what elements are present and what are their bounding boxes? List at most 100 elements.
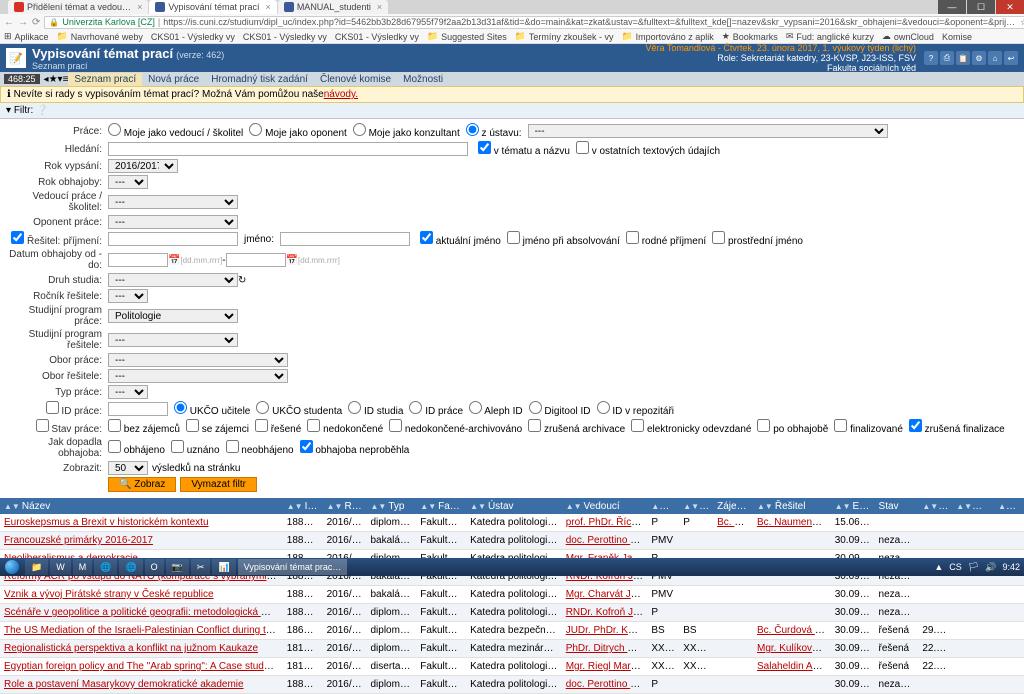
nazev-link[interactable]: The US Mediation of the Israeli-Palestin… (4, 625, 283, 636)
rok-vypsani-select[interactable]: 2016/2017 (108, 159, 178, 173)
refresh-icon[interactable]: ↻ (238, 275, 246, 286)
vedouci-link[interactable]: doc. Perottino Michel, Ph.D. (566, 535, 648, 546)
program-prace-select[interactable]: Politologie (108, 309, 238, 323)
nazev-link[interactable]: Regionalistická perspektiva a konflikt n… (4, 643, 258, 654)
date-from[interactable] (108, 253, 168, 267)
radio-konzultant[interactable] (353, 123, 366, 136)
radio-vedouci[interactable] (108, 123, 121, 136)
navody-link[interactable]: návody. (324, 89, 358, 100)
calendar-icon[interactable]: 📅 (286, 255, 298, 266)
radio-ustav[interactable] (466, 123, 479, 136)
close-icon[interactable]: × (266, 2, 271, 12)
bookmark-item[interactable]: ★ Bookmarks (722, 31, 778, 42)
prijmeni-input[interactable] (108, 232, 238, 246)
program-res-select[interactable]: --- (108, 333, 238, 347)
vedouci-link[interactable]: doc. Perottino Michel, Ph.D. (566, 679, 648, 690)
pagesize-select[interactable]: 50 (108, 461, 148, 475)
tab-komise[interactable]: Členové komise (314, 73, 397, 86)
bookmark-item[interactable]: 📁 Suggested Sites (427, 31, 507, 42)
nav-icon[interactable]: ★ (49, 74, 58, 85)
bookmark-item[interactable]: ✉ Fud: anglické kurzy (786, 31, 874, 42)
zobraz-button[interactable]: 🔍 Zobraz (108, 477, 176, 492)
task-item[interactable]: 🌐 (119, 559, 142, 575)
window-maximize[interactable]: ☐ (967, 0, 995, 14)
apps-icon[interactable]: ⊞ Aplikace (4, 31, 49, 42)
rok-obhajoby-select[interactable]: --- (108, 175, 148, 189)
bookmark-item[interactable]: CKS01 - Výsledky vy (335, 32, 419, 42)
bookmark-item[interactable]: 📁 Termíny zkoušek - vy (515, 31, 614, 42)
task-item[interactable]: O (145, 559, 164, 575)
task-item[interactable]: 📁 (25, 559, 48, 575)
close-icon[interactable]: × (377, 2, 382, 12)
tab-gmail[interactable]: Přidělení témat a vedou…× (8, 0, 148, 14)
bookmark-item[interactable]: 📁 Navrhované weby (57, 31, 143, 42)
typ-select[interactable]: --- (108, 385, 148, 399)
nazev-link[interactable]: Scénáře v geopolitice a politické geogra… (4, 607, 283, 618)
oponent-select[interactable]: --- (108, 215, 238, 229)
window-minimize[interactable]: ― (938, 0, 966, 14)
obor-res-select[interactable]: --- (108, 369, 288, 383)
radio-oponent[interactable] (249, 123, 262, 136)
task-item[interactable]: W (50, 559, 71, 575)
tab-moznosti[interactable]: Možnosti (397, 73, 449, 86)
vedouci-link[interactable]: Mgr. Riegl Martin, Ph.D. (566, 661, 648, 672)
bookmark-item[interactable]: ☁ ownCloud (882, 31, 934, 42)
vedouci-link[interactable]: RNDr. Kofroň Jan, Ph.D. (566, 607, 648, 618)
bookmark-item[interactable]: CKS01 - Výsledky vy (243, 32, 327, 42)
nazev-link[interactable]: Francouzské primárky 2016-2017 (4, 535, 153, 546)
bookmark-item[interactable]: 📁 Importováno z aplik (621, 31, 713, 42)
bookmark-item[interactable]: CKS01 - Výsledky vy (151, 32, 235, 42)
vedouci-link[interactable]: Mgr. Charvát Jan, Ph.D. (566, 589, 648, 600)
task-item[interactable]: 📷 (166, 559, 189, 575)
tray-icon[interactable]: 🔊 (985, 562, 996, 573)
druh-select[interactable]: --- (108, 273, 238, 287)
action-icon[interactable]: ↩ (1004, 51, 1018, 65)
nazev-link[interactable]: Euroskepsmus a Brexit v historickém kont… (4, 517, 209, 528)
tab-tisk[interactable]: Hromadný tisk zadání (205, 73, 314, 86)
start-button[interactable] (0, 558, 24, 576)
tray-icon[interactable]: 🏳 (968, 562, 979, 573)
vedouci-select[interactable]: --- (108, 195, 238, 209)
nazev-link[interactable]: Vznik a vývoj Pirátské strany v České re… (4, 589, 214, 600)
forward-icon[interactable]: → (18, 15, 28, 29)
clock[interactable]: 9:42 (1002, 562, 1020, 572)
help-icon[interactable]: ? (924, 51, 938, 65)
task-item[interactable]: 📊 (212, 559, 235, 575)
action-icon[interactable]: 📋 (956, 51, 970, 65)
vymazat-button[interactable]: Vymazat filtr (180, 477, 257, 492)
action-icon[interactable]: ⚙ (972, 51, 986, 65)
nazev-link[interactable]: Role a postavení Masarykovy demokratické… (4, 679, 244, 690)
date-to[interactable] (226, 253, 286, 267)
tab-manual[interactable]: MANUAL_studenti× (278, 0, 388, 14)
task-item-active[interactable]: Vypisování témat prac… (238, 559, 348, 575)
close-icon[interactable]: × (137, 2, 142, 12)
action-icon[interactable]: ⎙ (940, 51, 954, 65)
vedouci-link[interactable]: JUDr. PhDr. Karásek Tomáš, Ph.D. (566, 625, 648, 636)
reload-icon[interactable]: ⟳ (32, 15, 40, 29)
task-item[interactable]: M (73, 559, 93, 575)
filter-header[interactable]: ▾ Filtr: ❔ (0, 103, 1024, 119)
url-field[interactable]: 🔒 Univerzita Karlova [CZ] | https://is.c… (44, 16, 1024, 29)
tab-nova[interactable]: Nová práce (142, 73, 205, 86)
obor-prace-select[interactable]: --- (108, 353, 288, 367)
action-icon[interactable]: ⌂ (988, 51, 1002, 65)
ustav-select[interactable]: --- (528, 124, 888, 138)
jmeno-input[interactable] (280, 232, 410, 246)
tab-seznam[interactable]: Seznam prací (68, 73, 142, 86)
task-item[interactable]: 🌐 (94, 559, 117, 575)
window-close[interactable]: ✕ (996, 0, 1024, 14)
star-icon[interactable]: ☆ (1020, 17, 1024, 28)
vedouci-link[interactable]: prof. PhDr. Říchová Blanka, CSc. (566, 517, 648, 528)
nazev-link[interactable]: Egyptian foreign policy and The "Arab sp… (4, 661, 283, 672)
rocnik-select[interactable]: --- (108, 289, 148, 303)
bookmark-item[interactable]: Komise (942, 32, 972, 42)
vedouci-link[interactable]: PhDr. Ditrych Ondřej, M.Phil., Ph.D. (566, 643, 648, 654)
back-icon[interactable]: ← (4, 15, 14, 29)
id-input[interactable] (108, 402, 168, 416)
task-item[interactable]: ✂ (191, 559, 211, 575)
tab-vypisovani[interactable]: Vypisování témat prací× (149, 0, 276, 14)
search-input[interactable] (108, 142, 468, 156)
calendar-icon[interactable]: 📅 (168, 255, 180, 266)
help-icon[interactable]: ❔ (36, 105, 48, 116)
tray-icon[interactable]: ▲ (934, 562, 943, 572)
